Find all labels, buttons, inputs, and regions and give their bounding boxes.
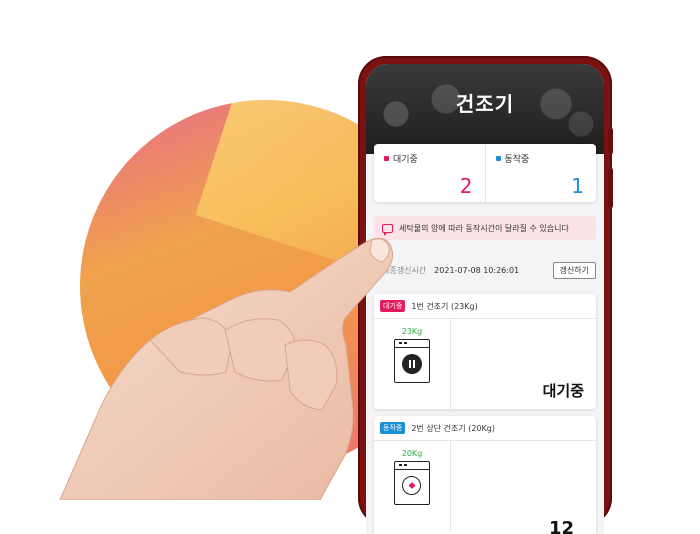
- app-header: 건조기: [366, 64, 604, 154]
- refresh-button[interactable]: 갱신하기: [552, 261, 596, 279]
- machine-card[interactable]: 동작중 2번 상단 건조기 (20Kg) 20Kg 12: [374, 416, 596, 534]
- last-update-row: 최종갱신시간 2021-07-08 10:26:01 갱신하기: [374, 261, 596, 279]
- status-running-label: 동작중: [504, 155, 530, 165]
- machine-remaining-time: 12: [548, 518, 574, 534]
- app-screen: 건조기 대기중 2 동작중 1 세탁물의 양에 따라 동작시간이 달라질 수 있…: [366, 64, 604, 534]
- running-dot-icon: [495, 156, 501, 161]
- phone-volume-button: [608, 128, 613, 154]
- page-title: 건조기: [455, 92, 515, 116]
- speech-bubble-icon: [382, 223, 393, 236]
- machine-card-body: 20Kg 12: [374, 441, 596, 534]
- machine-status-badge: 동작중: [380, 422, 406, 434]
- machine-capacity: 20Kg: [401, 449, 423, 458]
- machine-capacity: 23Kg: [401, 327, 423, 336]
- status-waiting[interactable]: 대기중 2: [374, 144, 485, 202]
- status-running-count: 1: [571, 174, 584, 198]
- last-update-time: 2021-07-08 10:26:01: [434, 265, 520, 275]
- status-waiting-label-row: 대기중: [384, 152, 475, 165]
- machine-card-header: 대기중 1번 건조기 (23Kg): [374, 294, 596, 319]
- machine-icon-panel: 20Kg: [374, 441, 451, 531]
- status-waiting-label: 대기중: [393, 155, 418, 165]
- machine-icon-panel: 23Kg: [374, 319, 451, 409]
- phone-frame: 건조기 대기중 2 동작중 1 세탁물의 양에 따라 동작시간이 달라질 수 있…: [358, 56, 613, 534]
- waiting-dot-icon: [384, 156, 389, 161]
- notice-text: 세탁물의 양에 따라 동작시간이 달라질 수 있습니다: [399, 223, 569, 233]
- status-running[interactable]: 동작중 1: [484, 144, 597, 202]
- dryer-fan-icon: [394, 461, 430, 505]
- machine-name: 1번 건조기 (23Kg): [411, 301, 478, 311]
- status-summary-card: 대기중 2 동작중 1: [374, 144, 596, 202]
- notice-banner: 세탁물의 양에 따라 동작시간이 달라질 수 있습니다: [374, 216, 596, 240]
- machine-card-header: 동작중 2번 상단 건조기 (20Kg): [374, 416, 596, 441]
- last-update-label: 최종갱신시간: [382, 265, 427, 275]
- machine-status-badge: 대기중: [380, 300, 406, 312]
- status-running-label-row: 동작중: [495, 152, 587, 165]
- machine-card-body: 23Kg 대기중: [374, 319, 596, 409]
- phone-power-button: [608, 168, 613, 208]
- machine-card[interactable]: 대기중 1번 건조기 (23Kg) 23Kg 대기중: [374, 294, 596, 409]
- dryer-pause-icon: [394, 339, 430, 383]
- machine-name: 2번 상단 건조기 (20Kg): [411, 423, 495, 433]
- machine-status-text: 대기중: [542, 382, 584, 400]
- status-waiting-count: 2: [459, 174, 473, 198]
